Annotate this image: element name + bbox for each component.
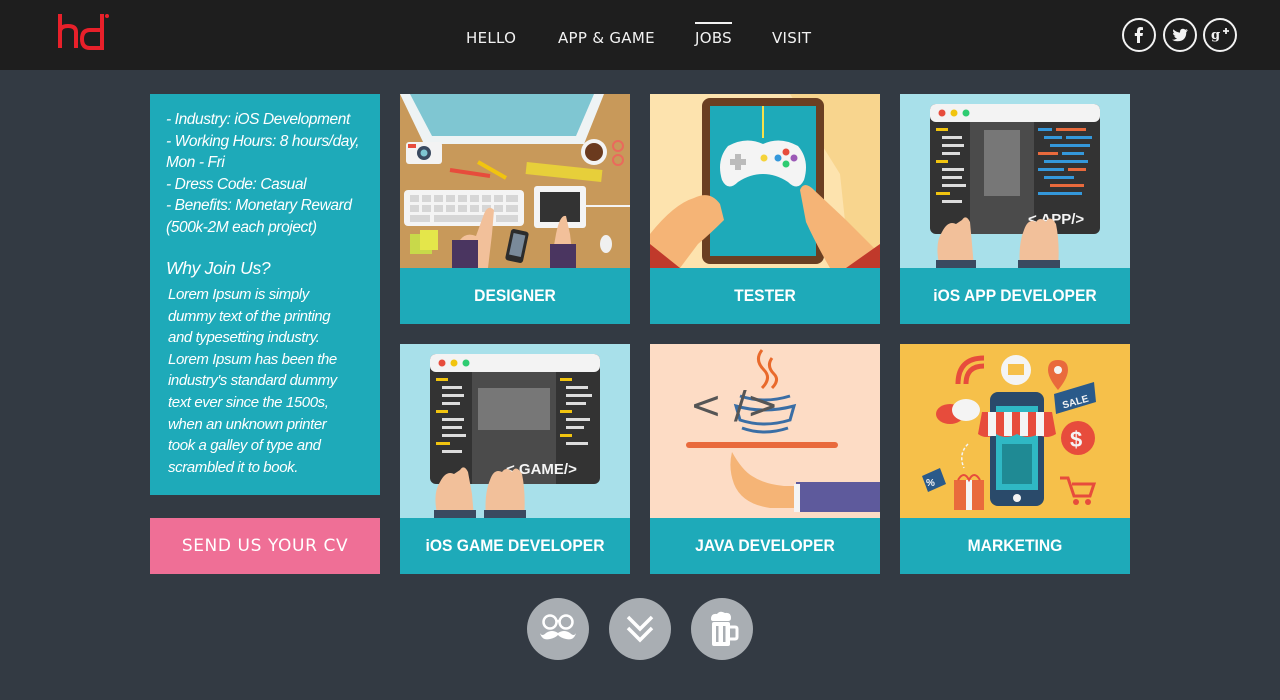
info-line: (500k-2M each project) [166,218,317,236]
why-line: took a galley of type and [168,437,321,455]
why-line: text ever since the 1500s, [168,393,329,411]
nav-jobs[interactable]: JOBS [695,22,732,47]
java-developer-illustration: < /> [650,344,880,518]
google-plus-button[interactable]: g [1203,18,1237,52]
why-join-title: Why Join Us? [166,258,271,278]
facebook-button[interactable] [1122,18,1156,52]
designer-desk-illustration [400,94,630,268]
info-line: - Industry: iOS Development [166,111,350,128]
beer-mug-icon [711,611,739,646]
job-card-label: TESTER [734,286,796,305]
job-card-label: JAVA DEVELOPER [695,536,835,555]
scroll-down-button[interactable] [609,598,671,660]
mustache-glasses-icon [540,614,576,640]
why-join-text: Lorem Ipsum is simply dummy text of the … [166,284,366,478]
why-line: Lorem Ipsum has been the [168,350,337,368]
nav-visit[interactable]: VISIT [772,29,811,47]
job-card-marketing[interactable]: SALE $ % MARKETING [900,344,1130,574]
top-bar: HELLO APP & GAME JOBS VISIT g [0,0,1280,70]
app-developer-illustration: < APP/> [900,94,1130,268]
job-info-panel: - Industry: iOS Development - Working Ho… [150,94,380,495]
google-plus-icon: g [1211,28,1229,43]
game-developer-illustration: < GAME/> [400,344,630,518]
job-card-ios-game-developer[interactable]: < GAME/> iOS GAME DEVELOPER [400,344,630,574]
why-line: industry's standard dummy [168,372,337,390]
send-cv-button[interactable]: SEND US YOUR CV [150,518,380,574]
job-card-tester[interactable]: TESTER [650,94,880,324]
job-card-label: MARKETING [967,536,1063,555]
twitter-icon [1172,28,1188,42]
svg-text:g: g [1211,28,1220,43]
why-line: Lorem Ipsum is simply [168,286,309,303]
info-line: - Dress Code: Casual [166,175,307,193]
tester-tablet-illustration [650,94,880,268]
marketing-illustration: SALE $ % [900,344,1130,518]
job-card-label: iOS APP DEVELOPER [933,286,1097,305]
why-line: and typesetting industry. [168,329,320,347]
why-line: scrambled it to book. [168,458,298,476]
info-line: - Benefits: Monetary Reward [166,197,352,214]
twitter-button[interactable] [1163,18,1197,52]
info-line: Mon - Fri [166,154,225,171]
dollar-text: $ [1070,427,1082,452]
nav-hello[interactable]: HELLO [466,29,516,47]
why-line: when an unknown printer [168,415,327,433]
info-line: - Working Hours: 8 hours/day, [166,132,360,150]
nav-app-game[interactable]: APP & GAME [558,29,655,47]
visit-button[interactable] [691,598,753,660]
percent-text: % [926,478,935,489]
job-card-designer[interactable]: DESIGNER [400,94,630,324]
job-card-java-developer[interactable]: < /> JAVA DEVELOPER [650,344,880,574]
job-card-label: DESIGNER [474,286,556,305]
job-card-label: iOS GAME DEVELOPER [425,536,605,555]
facebook-icon [1134,27,1143,43]
why-line: dummy text of the printing [168,307,331,325]
main-nav: HELLO APP & GAME JOBS VISIT [0,0,1280,70]
job-card-ios-app-developer[interactable]: < APP/> iOS APP DEVELOPER [900,94,1130,324]
java-code-symbol: < /> [690,383,779,427]
double-chevron-down-icon [626,615,654,643]
about-button[interactable] [527,598,589,660]
